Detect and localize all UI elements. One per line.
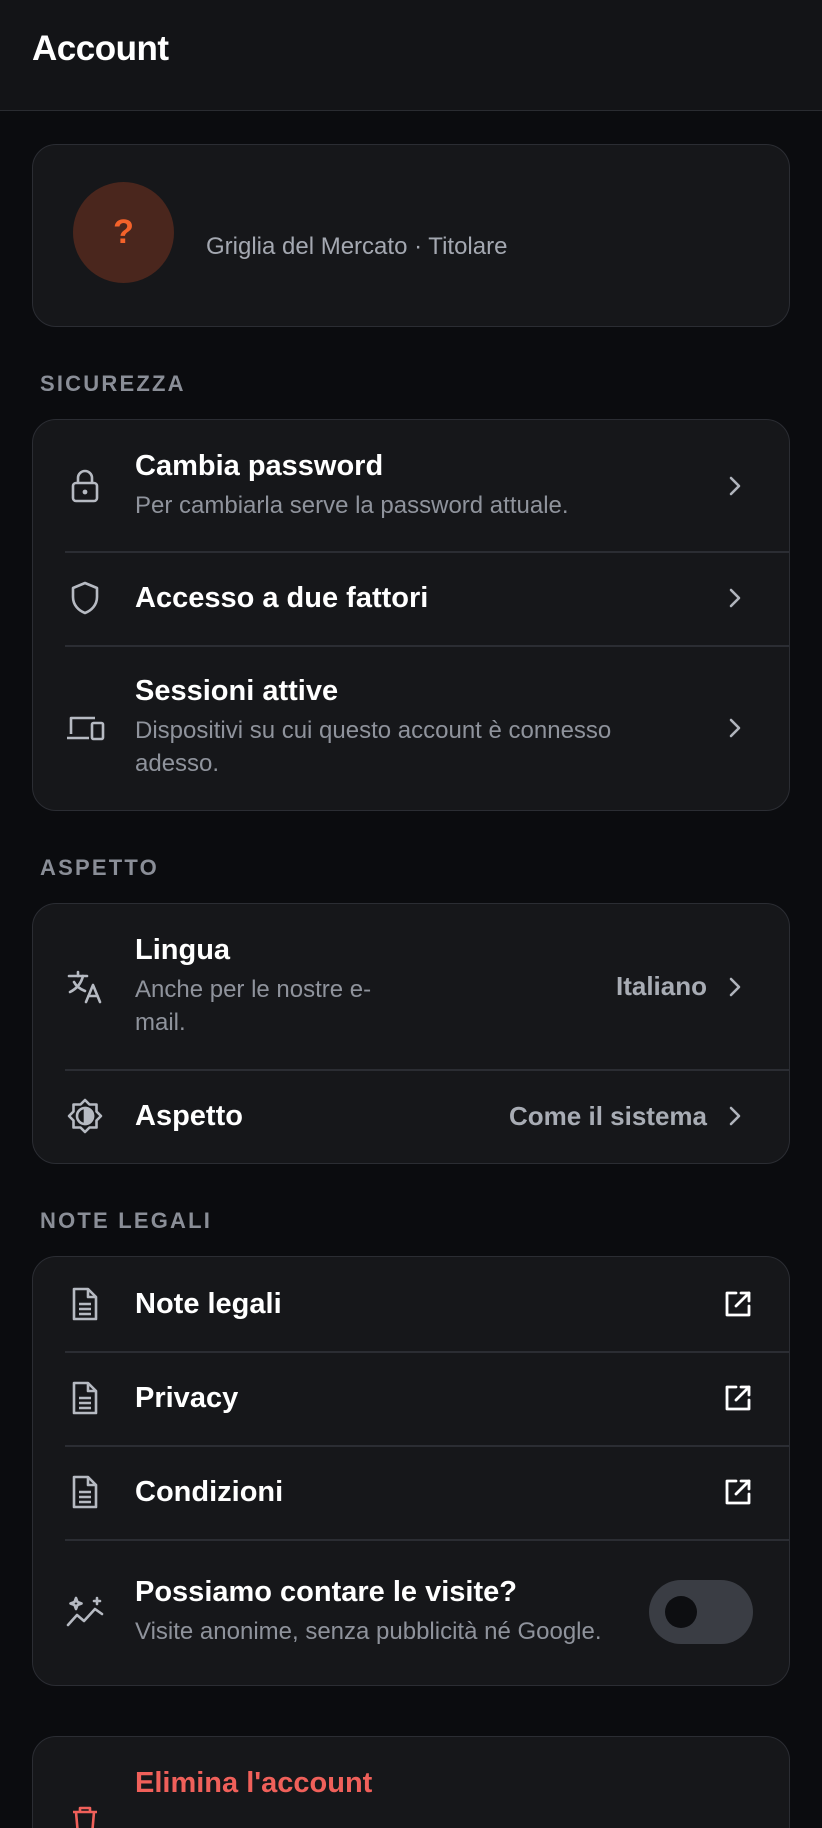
language-title: Lingua	[135, 934, 231, 966]
external-link-icon	[723, 1289, 753, 1319]
lock-icon	[65, 466, 105, 506]
external-link-icon	[723, 1477, 753, 1507]
document-icon	[65, 1284, 105, 1324]
chevron-right-icon	[721, 1102, 749, 1130]
brightness-icon	[65, 1096, 105, 1136]
privacy-title: Privacy	[135, 1381, 239, 1414]
devices-icon	[65, 708, 105, 748]
delete-account-row[interactable]: Elimina l'account	[33, 1737, 789, 1828]
section-label-appearance: ASPETTO	[40, 855, 159, 880]
translate-icon	[65, 967, 105, 1007]
terms-title: Condizioni	[135, 1475, 284, 1508]
active-sessions-row[interactable]: Sessioni attive Dispositivi su cui quest…	[33, 645, 789, 810]
page-title: Account	[32, 29, 169, 68]
analytics-row: Possiamo contare le visite? Visite anoni…	[33, 1539, 789, 1685]
language-row[interactable]: Lingua Anche per le nostre e-mail. Itali…	[33, 904, 789, 1069]
two-factor-row[interactable]: Accesso a due fattori	[33, 551, 789, 645]
two-factor-title: Accesso a due fattori	[135, 581, 429, 614]
analytics-desc: Visite anonime, senza pubblicità né Goog…	[135, 1618, 602, 1645]
security-card: Cambia password Per cambiarla serve la p…	[32, 419, 790, 811]
chevron-right-icon	[721, 472, 749, 500]
analytics-title: Possiamo contare le visite?	[135, 1576, 517, 1608]
trash-icon	[65, 1801, 105, 1828]
document-icon	[65, 1472, 105, 1512]
language-desc: Anche per le nostre e-mail.	[135, 976, 372, 1036]
analytics-toggle[interactable]	[649, 1580, 753, 1644]
account-content: ? Griglia del Mercato · Titolare SICUREZ…	[0, 111, 822, 1828]
profile-card[interactable]: ? Griglia del Mercato · Titolare	[32, 144, 790, 327]
appearance-card: Lingua Anche per le nostre e-mail. Itali…	[32, 903, 790, 1164]
chevron-right-icon	[721, 973, 749, 1001]
section-label-security: SICUREZZA	[40, 371, 186, 396]
profile-subtitle: Griglia del Mercato · Titolare	[206, 232, 508, 260]
active-sessions-title: Sessioni attive	[135, 675, 339, 707]
delete-account-title: Elimina l'account	[135, 1767, 373, 1799]
active-sessions-desc: Dispositivi su cui questo account è conn…	[135, 717, 612, 777]
chevron-right-icon	[721, 714, 749, 742]
legal-notes-row[interactable]: Note legali	[33, 1257, 789, 1351]
legal-card: Note legali Privacy Condizioni Possiamo …	[32, 1256, 790, 1686]
avatar: ?	[73, 182, 174, 283]
privacy-row[interactable]: Privacy	[33, 1351, 789, 1445]
shield-icon	[65, 578, 105, 618]
language-value: Italiano	[615, 971, 707, 1001]
change-password-desc: Per cambiarla serve la password attuale.	[135, 491, 569, 519]
app-header: Account	[0, 0, 822, 111]
toggle-knob	[665, 1596, 697, 1628]
section-label-legal: NOTE LEGALI	[40, 1208, 213, 1233]
theme-value: Come il sistema	[509, 1100, 707, 1131]
legal-notes-title: Note legali	[135, 1287, 282, 1320]
change-password-row[interactable]: Cambia password Per cambiarla serve la p…	[33, 420, 789, 551]
chevron-right-icon	[721, 584, 749, 612]
document-icon	[65, 1378, 105, 1418]
terms-row[interactable]: Condizioni	[33, 1445, 789, 1539]
change-password-title: Cambia password	[135, 449, 384, 482]
theme-row[interactable]: Aspetto Come il sistema	[33, 1069, 789, 1163]
delete-account-card: Elimina l'account	[32, 1736, 790, 1828]
theme-title: Aspetto	[135, 1099, 243, 1132]
external-link-icon	[723, 1383, 753, 1413]
analytics-sparkle-icon	[65, 1592, 105, 1632]
